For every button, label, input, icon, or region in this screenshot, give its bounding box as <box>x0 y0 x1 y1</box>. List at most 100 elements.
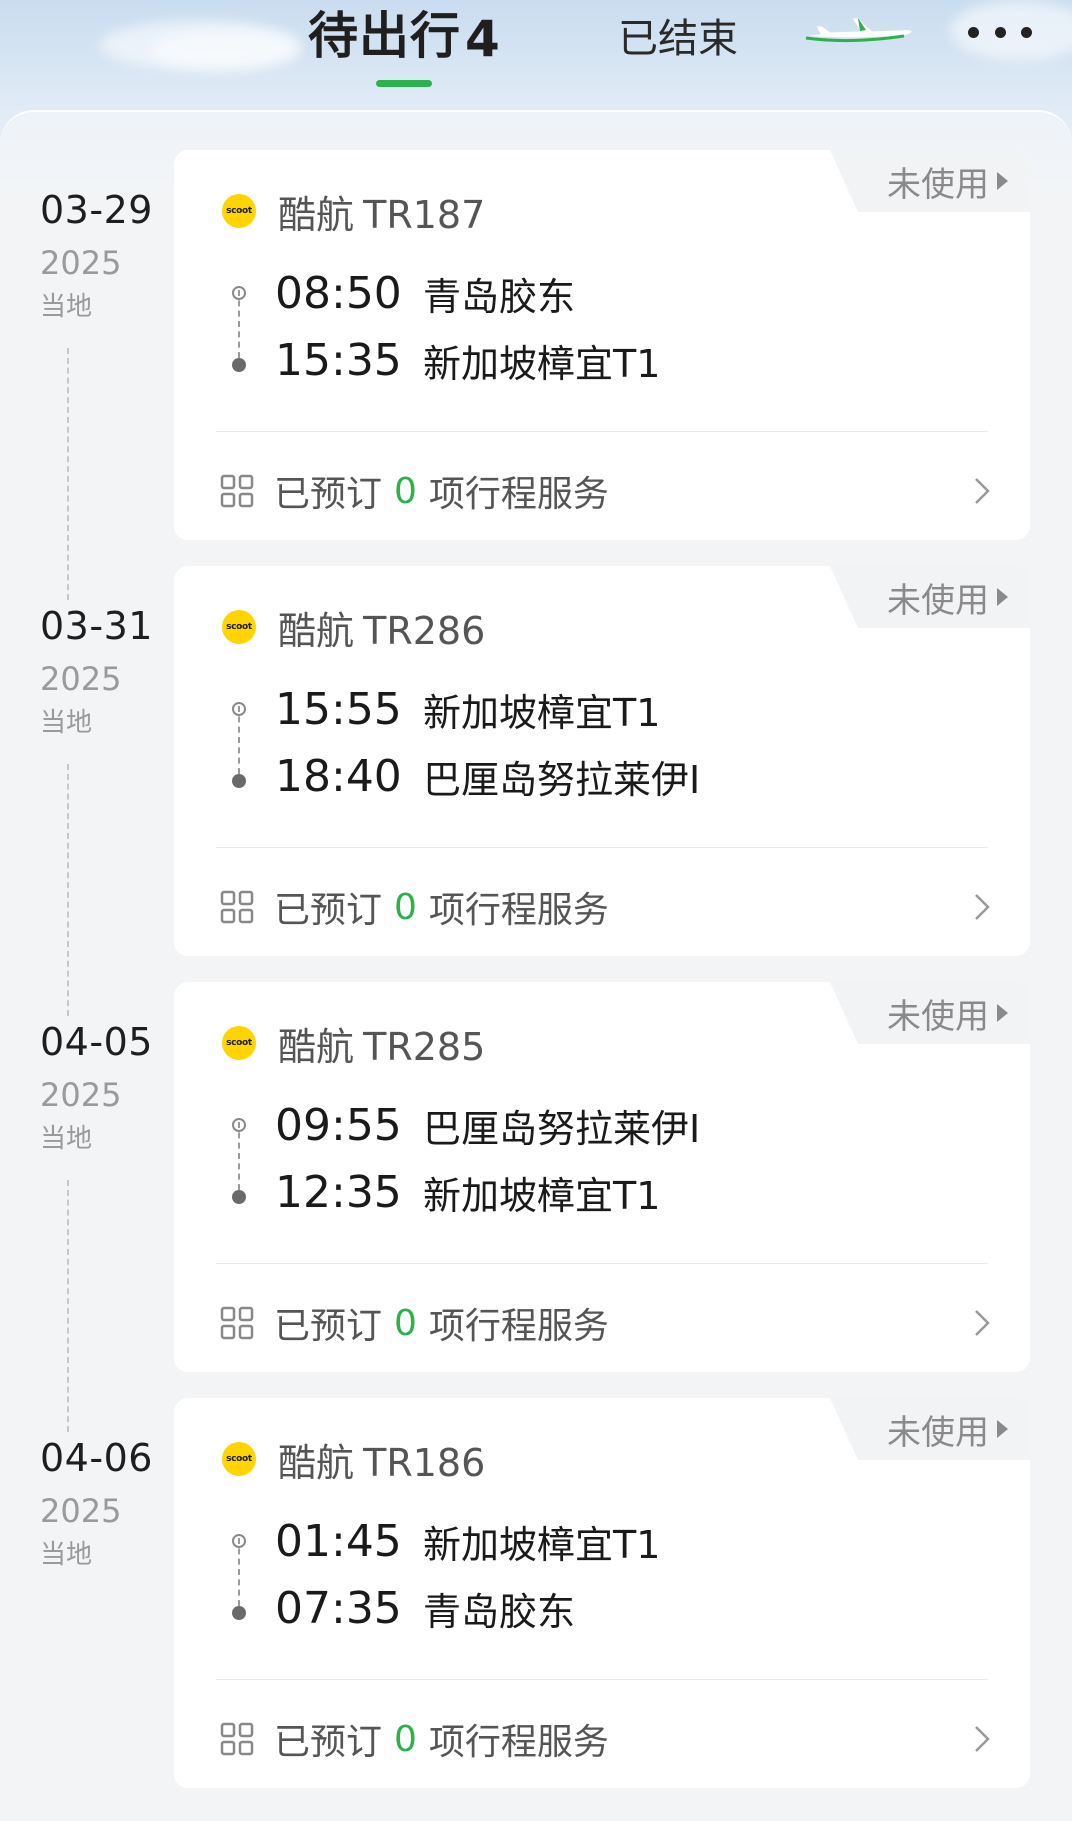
services-suffix: 项行程服务 <box>428 1722 609 1763</box>
chevron-right-icon <box>975 894 990 920</box>
tab-finished[interactable]: 已结束 <box>618 10 738 62</box>
arrival-airport: 新加坡樟宜T1 <box>423 1173 661 1218</box>
trip-card[interactable]: 未使用 scoot 酷航 TR286 15:55 新加坡樟宜T1 18:40 巴… <box>174 566 1030 956</box>
more-menu-button[interactable] <box>968 14 1032 50</box>
status-label: 未使用 <box>887 164 989 205</box>
trip-card[interactable]: 未使用 scoot 酷航 TR187 08:50 青岛胶东 15:35 新加坡樟… <box>174 150 1030 540</box>
services-prefix: 已预订 <box>274 474 383 515</box>
scoot-logo-icon: scoot <box>222 1026 256 1060</box>
services-prefix: 已预订 <box>274 1306 383 1347</box>
timeline-connector <box>67 764 69 1016</box>
arrival-time: 12:35 <box>275 1166 402 1218</box>
route-connector <box>238 1122 240 1190</box>
trip-date: 04-05 2025 当地 <box>40 1018 160 1156</box>
status-badge[interactable]: 未使用 <box>830 566 1030 628</box>
trip-services-link[interactable]: 已预订 0 项行程服务 <box>220 1298 994 1348</box>
scoot-logo-icon: scoot <box>222 194 256 228</box>
arrival-dot-icon <box>232 358 246 372</box>
caret-right-icon <box>997 1004 1008 1022</box>
tab-upcoming-count: 4 <box>465 10 501 68</box>
services-count: 0 <box>394 1302 417 1344</box>
trip-timezone: 当地 <box>40 708 93 738</box>
airline-name: 酷航 TR285 <box>278 1016 485 1071</box>
trip-card[interactable]: 未使用 scoot 酷航 TR186 01:45 新加坡樟宜T1 07:35 青… <box>174 1398 1030 1788</box>
scoot-logo-icon: scoot <box>222 1442 256 1476</box>
arrival-airport: 巴厘岛努拉莱伊I <box>423 757 701 802</box>
status-badge[interactable]: 未使用 <box>830 982 1030 1044</box>
trip-services-link[interactable]: 已预订 0 项行程服务 <box>220 1714 994 1764</box>
services-count: 0 <box>394 886 417 928</box>
more-dot-icon <box>1021 26 1032 38</box>
airline-name: 酷航 TR186 <box>278 1432 485 1487</box>
status-badge[interactable]: 未使用 <box>830 1398 1030 1460</box>
services-count: 0 <box>394 1718 417 1760</box>
airline-name-text: 酷航 <box>278 1440 355 1485</box>
route-connector <box>238 706 240 774</box>
arrival-row: 18:40 巴厘岛努拉莱伊I <box>275 748 700 804</box>
airline-name: 酷航 TR187 <box>278 184 485 239</box>
grid-icon <box>220 890 254 924</box>
departure-row: 01:45 新加坡樟宜T1 <box>275 1513 660 1569</box>
services-prefix: 已预订 <box>274 890 383 931</box>
trip-year: 2025 <box>40 1076 122 1114</box>
card-divider <box>216 847 988 848</box>
arrival-row: 12:35 新加坡樟宜T1 <box>275 1164 660 1220</box>
trip-year: 2025 <box>40 244 122 282</box>
departure-time: 15:55 <box>275 683 402 735</box>
status-label: 未使用 <box>887 996 989 1037</box>
departure-airport: 新加坡樟宜T1 <box>423 690 661 735</box>
services-count: 0 <box>394 470 417 512</box>
tab-finished-label: 已结束 <box>618 16 738 62</box>
arrival-dot-icon <box>232 1190 246 1204</box>
trip-services-link[interactable]: 已预订 0 项行程服务 <box>220 466 994 516</box>
grid-icon <box>220 1306 254 1340</box>
services-suffix: 项行程服务 <box>428 890 609 931</box>
services-prefix: 已预订 <box>274 1722 383 1763</box>
airline-logo-text: scoot <box>226 1038 252 1048</box>
trip-card[interactable]: 未使用 scoot 酷航 TR285 09:55 巴厘岛努拉莱伊I 12:35 … <box>174 982 1030 1372</box>
arrival-time: 15:35 <box>275 334 402 386</box>
trip-date-md: 03-31 <box>40 604 153 648</box>
tab-upcoming[interactable]: 待出行 4 <box>308 2 501 68</box>
airline-row: scoot 酷航 TR285 <box>222 1016 485 1071</box>
grid-icon <box>220 474 254 508</box>
chevron-right-icon <box>975 478 990 504</box>
airline-name: 酷航 TR286 <box>278 600 485 655</box>
tab-active-indicator <box>376 80 432 87</box>
airline-logo-text: scoot <box>226 622 252 632</box>
trip-year: 2025 <box>40 1492 122 1530</box>
airline-logo-text: scoot <box>226 206 252 216</box>
more-dot-icon <box>994 26 1006 38</box>
card-divider <box>216 1679 988 1680</box>
chevron-right-icon <box>975 1310 990 1336</box>
trip-services-link[interactable]: 已预订 0 项行程服务 <box>220 882 994 932</box>
airline-logo-text: scoot <box>226 1454 252 1464</box>
route-connector <box>238 1538 240 1606</box>
trip-timezone: 当地 <box>40 1124 93 1154</box>
arrival-time: 07:35 <box>275 1582 402 1634</box>
card-divider <box>216 431 988 432</box>
trip-timezone: 当地 <box>40 1540 93 1570</box>
airline-name-text: 酷航 <box>278 192 355 237</box>
services-suffix: 项行程服务 <box>428 1306 609 1347</box>
trip-date-md: 04-06 <box>40 1436 153 1480</box>
arrival-airport: 新加坡樟宜T1 <box>423 341 661 386</box>
arrival-airport: 青岛胶东 <box>423 1589 576 1634</box>
departure-airport: 新加坡樟宜T1 <box>423 1522 661 1567</box>
departure-time: 08:50 <box>275 267 402 319</box>
timeline-connector <box>67 348 69 600</box>
arrival-time: 18:40 <box>275 750 402 802</box>
tab-upcoming-label: 待出行 <box>308 7 461 65</box>
airline-row: scoot 酷航 TR286 <box>222 600 485 655</box>
flight-number: TR187 <box>363 192 486 237</box>
trip-timezone: 当地 <box>40 292 93 322</box>
status-label: 未使用 <box>887 1412 989 1453</box>
timeline-connector <box>67 1180 69 1432</box>
arrival-row: 07:35 青岛胶东 <box>275 1580 575 1636</box>
grid-icon <box>220 1722 254 1756</box>
airline-row: scoot 酷航 TR187 <box>222 184 485 239</box>
departure-time: 01:45 <box>275 1515 402 1567</box>
flight-number: TR285 <box>363 1024 486 1069</box>
status-badge[interactable]: 未使用 <box>830 150 1030 212</box>
departure-airport: 巴厘岛努拉莱伊I <box>423 1106 701 1151</box>
